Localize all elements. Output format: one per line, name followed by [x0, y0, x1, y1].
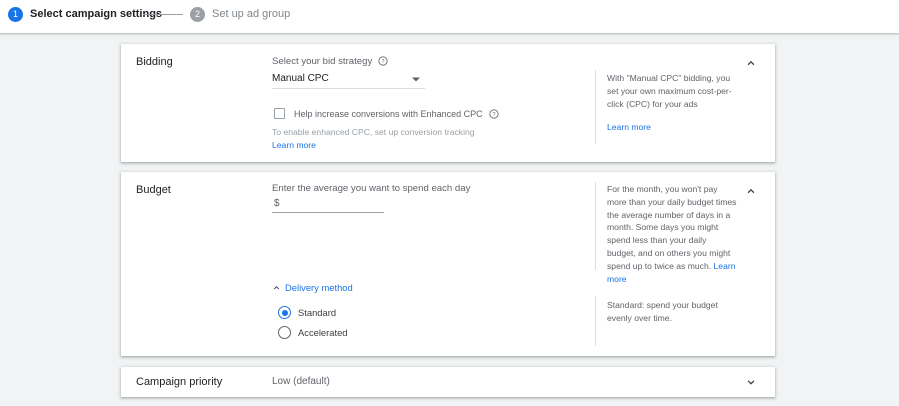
bidding-help-panel: With "Manual CPC" bidding, you set your … — [595, 70, 775, 144]
accelerated-radio[interactable] — [278, 326, 291, 339]
help-circle-icon[interactable]: ? — [378, 56, 388, 67]
bidding-title: Bidding — [136, 56, 173, 68]
accelerated-label: Accelerated — [298, 327, 348, 338]
delivery-help-panel: Standard: spend your budget evenly over … — [595, 296, 775, 346]
budget-field-label: Enter the average you want to spend each… — [272, 183, 471, 194]
bidding-help-learn-more-link[interactable]: Learn more — [607, 122, 651, 132]
campaign-priority-title: Campaign priority — [136, 376, 223, 388]
campaign-priority-card[interactable]: Campaign priority Low (default) — [121, 367, 775, 397]
campaign-priority-value: Low (default) — [272, 376, 330, 387]
step-2-badge: 2 — [190, 6, 205, 22]
bidding-card: Bidding Select your bid strategy? Manual… — [121, 44, 775, 162]
delivery-accelerated-option[interactable]: Accelerated — [278, 326, 348, 339]
step-2-label: Set up ad group — [212, 8, 291, 20]
bid-strategy-label: Select your bid strategy? — [272, 56, 388, 67]
standard-radio[interactable] — [278, 306, 291, 319]
standard-label: Standard — [298, 307, 337, 318]
radio-selected-dot — [281, 309, 288, 316]
budget-card: Budget Enter the average you want to spe… — [121, 172, 775, 356]
bid-strategy-value: Manual CPC — [272, 73, 329, 84]
svg-text:?: ? — [382, 59, 385, 65]
budget-help-text: For the month, you won't pay more than y… — [607, 183, 737, 285]
delivery-method-toggle[interactable]: Delivery method — [272, 282, 353, 293]
bidding-learn-more-link[interactable]: Learn more — [272, 140, 316, 150]
bid-strategy-select[interactable]: Manual CPC — [272, 73, 425, 89]
svg-text:?: ? — [492, 111, 495, 117]
delivery-standard-option[interactable]: Standard — [278, 306, 336, 319]
enhanced-cpc-label: Help increase conversions with Enhanced … — [294, 108, 483, 119]
enhanced-cpc-checkbox-row[interactable]: Help increase conversions with Enhanced … — [274, 108, 499, 119]
budget-help-text-body: For the month, you won't pay more than y… — [607, 184, 737, 271]
currency-symbol: $ — [274, 198, 280, 209]
campaign-stepper: 1 Select campaign settings 2 Set up ad g… — [0, 0, 899, 34]
delivery-method-label: Delivery method — [285, 282, 353, 293]
bidding-help-text: With "Manual CPC" bidding, you set your … — [607, 73, 732, 109]
delivery-help-text: Standard: spend your budget evenly over … — [607, 300, 718, 323]
budget-title: Budget — [136, 184, 171, 196]
step-select-campaign-settings[interactable]: 1 Select campaign settings — [8, 6, 162, 22]
enhanced-cpc-checkbox[interactable] — [274, 108, 285, 119]
daily-budget-input[interactable]: $ — [272, 197, 384, 213]
help-circle-icon[interactable]: ? — [489, 108, 499, 119]
step-set-up-ad-group[interactable]: 2 Set up ad group — [190, 6, 290, 22]
dropdown-caret-icon — [412, 77, 420, 82]
conversion-tracking-hint: To enable enhanced CPC, set up conversio… — [272, 127, 475, 137]
step-1-badge: 1 — [8, 6, 23, 22]
chevron-down-icon[interactable] — [744, 375, 758, 389]
chevron-up-icon[interactable] — [744, 184, 758, 198]
step-connector — [143, 14, 183, 15]
bid-strategy-label-text: Select your bid strategy — [272, 56, 373, 67]
chevron-up-icon[interactable] — [744, 56, 758, 70]
chevron-up-icon — [273, 286, 280, 290]
